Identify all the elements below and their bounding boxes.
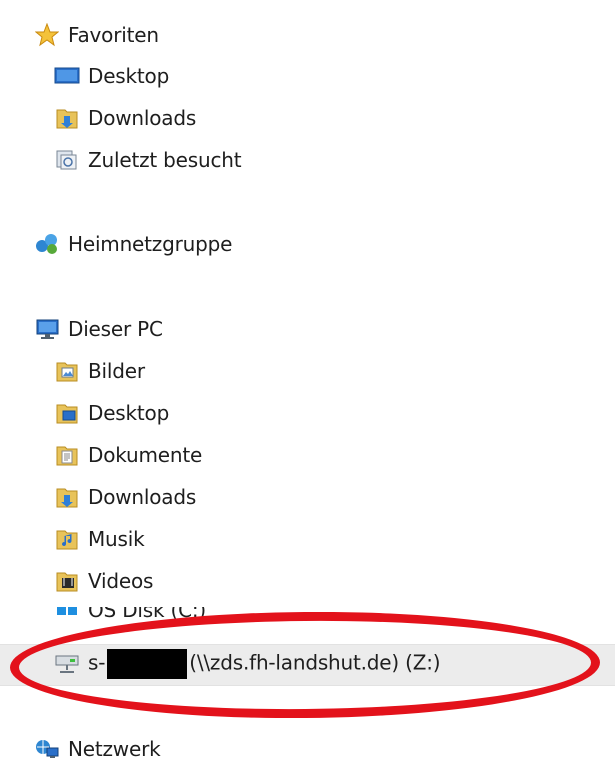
recent-places-icon: [54, 148, 80, 172]
videos-folder-icon: [54, 569, 80, 593]
this-pc-item-label: Bilder: [88, 359, 145, 383]
favorites-item-label: Downloads: [88, 106, 197, 130]
redaction-box: [107, 649, 188, 679]
this-pc-item-music[interactable]: Musik: [54, 521, 145, 557]
favorites-item-label: Zuletzt besucht: [88, 148, 242, 172]
downloads-folder-icon: [54, 485, 80, 509]
this-pc-item-documents[interactable]: Dokumente: [54, 437, 202, 473]
this-pc-item-label: Dokumente: [88, 443, 203, 467]
this-pc-item-label: Musik: [88, 527, 145, 551]
navigation-pane: Favoriten Desktop Downloads Zuletzt besu…: [0, 0, 615, 764]
this-pc-item-videos[interactable]: Videos: [54, 563, 153, 599]
this-pc-item-desktop[interactable]: Desktop: [54, 395, 169, 431]
this-pc-item-pictures[interactable]: Bilder: [54, 353, 145, 389]
this-pc-label: Dieser PC: [68, 317, 163, 341]
downloads-folder-icon: [54, 106, 80, 130]
this-pc-item-label: Downloads: [88, 485, 197, 509]
network-drive-prefix: s-: [88, 650, 106, 675]
star-icon: [34, 23, 60, 47]
favorites-item-desktop[interactable]: Desktop: [54, 58, 169, 94]
this-pc-item-label: Desktop: [88, 401, 170, 425]
homegroup-item[interactable]: Heimnetzgruppe: [34, 226, 232, 262]
homegroup-icon: [34, 232, 60, 256]
music-folder-icon: [54, 527, 80, 551]
network-drive-suffix: (\\zds.fh-landshut.de) (Z:): [189, 650, 441, 675]
network-drive-label: s- (\\zds.fh-landshut.de) (Z:): [88, 649, 441, 679]
network-label: Netzwerk: [68, 737, 161, 761]
favorites-label: Favoriten: [68, 23, 159, 47]
this-pc-item-label: OS Disk (C:): [88, 607, 207, 622]
network-icon: [34, 737, 60, 761]
desktop-icon: [54, 64, 80, 88]
this-pc-header[interactable]: Dieser PC: [34, 311, 163, 347]
favorites-item-label: Desktop: [88, 64, 170, 88]
this-pc-item-network-drive[interactable]: s- (\\zds.fh-landshut.de) (Z:): [54, 646, 441, 682]
computer-icon: [34, 317, 60, 341]
desktop-folder-icon: [54, 401, 80, 425]
favorites-item-recent[interactable]: Zuletzt besucht: [54, 142, 242, 178]
pictures-folder-icon: [54, 359, 80, 383]
network-item[interactable]: Netzwerk: [34, 731, 161, 767]
homegroup-label: Heimnetzgruppe: [68, 232, 233, 256]
this-pc-item-label: Videos: [88, 569, 154, 593]
favorites-item-downloads[interactable]: Downloads: [54, 100, 196, 136]
drive-icon: [54, 607, 80, 625]
network-drive-icon: [54, 652, 80, 676]
this-pc-item-os-disk[interactable]: OS Disk (C:): [54, 607, 206, 625]
favorites-header[interactable]: Favoriten: [34, 17, 159, 53]
documents-folder-icon: [54, 443, 80, 467]
this-pc-item-downloads[interactable]: Downloads: [54, 479, 196, 515]
